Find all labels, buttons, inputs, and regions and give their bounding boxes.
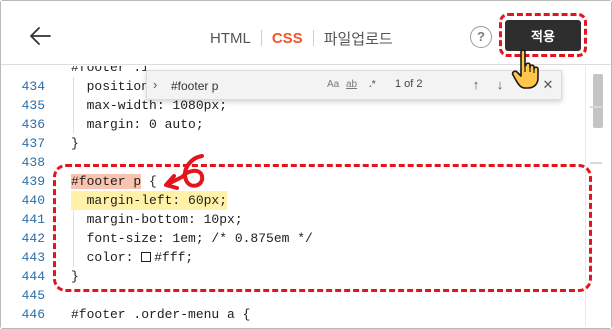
mode-tabs: HTML CSS 파일업로드 (200, 26, 403, 50)
back-arrow-icon[interactable] (26, 21, 56, 51)
scrollbar-thumb[interactable] (593, 74, 603, 128)
line-number: 438 (21, 155, 45, 170)
line-number: 444 (21, 269, 45, 284)
editor-scrollbar[interactable] (585, 66, 607, 326)
code-line: 440 margin-left: 60px; (1, 191, 591, 210)
code-line: 443 color: #fff; (1, 248, 591, 267)
code-line: 442 font-size: 1em; /* 0.875em */ (1, 229, 591, 248)
line-number: 435 (21, 98, 45, 113)
line-number: 446 (21, 307, 45, 322)
previous-match-arrow-icon[interactable]: ↑ (467, 76, 485, 94)
tab-file-upload[interactable]: 파일업로드 (314, 28, 403, 49)
code-text: #footer .order-menu a { (71, 307, 251, 322)
regex-option[interactable]: .* (369, 77, 376, 93)
code-line: 446 #footer .order-menu a { (1, 305, 591, 324)
find-widget: › Aa ab .* 1 of 2 ↑ ↓ ≡ ✕ (146, 70, 562, 100)
code-line: 436 margin: 0 auto; (1, 115, 591, 134)
code-text: margin: 0 auto; (71, 117, 204, 132)
code-line: 441 margin-bottom: 10px; (1, 210, 591, 229)
line-number: 434 (21, 79, 45, 94)
apply-button[interactable]: 적용 (505, 20, 581, 51)
code-text: } (71, 269, 79, 284)
color-swatch[interactable] (141, 252, 152, 262)
pointing-hand-icon (511, 49, 539, 89)
line-number: 440 (21, 193, 45, 208)
line-number: 441 (21, 212, 45, 227)
css-code-editor[interactable]: #footer .i 434 position: relative; 435 m… (1, 66, 611, 328)
line-number: 437 (21, 136, 45, 151)
match-count: 1 of 2 (395, 78, 423, 90)
code-line: 444 } (1, 267, 591, 286)
code-line: 439 #footer p { (1, 172, 591, 191)
code-text: #footer p { (71, 174, 157, 189)
tab-css[interactable]: CSS (262, 30, 313, 47)
code-text: font-size: 1em; /* 0.875em */ (71, 231, 313, 246)
line-number: 442 (21, 231, 45, 246)
annotation-arrow-icon (164, 154, 205, 190)
whole-word-option[interactable]: ab (346, 77, 357, 93)
next-match-arrow-icon[interactable]: ↓ (491, 76, 509, 94)
scrollbar-marker (590, 106, 602, 108)
code-text: #footer .i (71, 66, 150, 75)
code-text: } (71, 136, 79, 151)
find-input[interactable] (171, 75, 397, 96)
code-line: 445 (1, 286, 591, 305)
toggle-replace-chevron-icon[interactable]: › (153, 77, 167, 93)
code-line: 438 (1, 153, 591, 172)
line-number: 445 (21, 288, 45, 303)
help-icon[interactable]: ? (470, 26, 492, 48)
scrollbar-marker (590, 162, 602, 164)
code-line: 437 } (1, 134, 591, 153)
line-number: 443 (21, 250, 45, 265)
line-number: 439 (21, 174, 45, 189)
search-match-highlight: #footer p (71, 174, 142, 189)
match-case-option[interactable]: Aa (327, 77, 339, 93)
line-number: 436 (21, 117, 45, 132)
tab-html[interactable]: HTML (200, 30, 261, 47)
code-text: margin-bottom: 10px; (71, 212, 243, 227)
code-text: color: #fff; (71, 250, 194, 265)
